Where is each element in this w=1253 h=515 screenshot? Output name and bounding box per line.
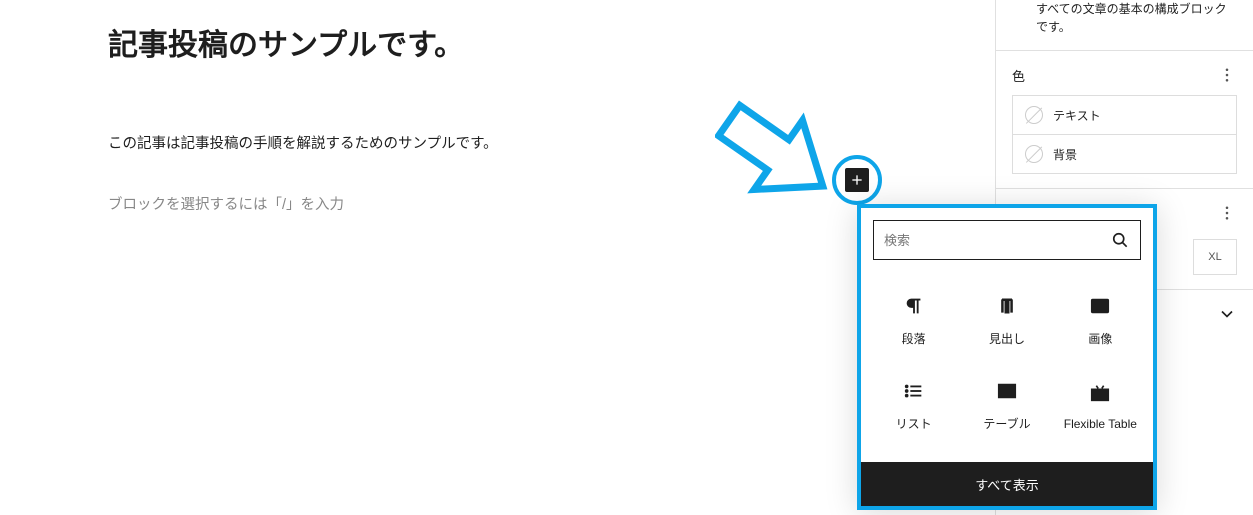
flex-table-icon: [1088, 381, 1112, 405]
color-text-option[interactable]: テキスト: [1012, 95, 1237, 135]
block-inserter-popup: 段落 見出し 画像 リスト テーブル: [857, 204, 1157, 510]
color-background-option[interactable]: 背景: [1012, 135, 1237, 174]
color-option-label: テキスト: [1053, 107, 1101, 124]
color-panel-title: 色: [1012, 66, 1025, 85]
color-swatch-none-icon: [1025, 145, 1043, 163]
font-size-xl-button[interactable]: XL: [1193, 239, 1237, 275]
block-item-heading[interactable]: 見出し: [962, 280, 1051, 361]
block-item-table[interactable]: テーブル: [962, 365, 1051, 446]
block-search-field[interactable]: [873, 220, 1141, 260]
list-icon: [902, 379, 926, 403]
block-description: すべての文章の基本の構成ブロックです。: [996, 0, 1253, 50]
block-label: 段落: [902, 330, 926, 347]
block-search-input[interactable]: [884, 233, 1110, 248]
block-placeholder-text[interactable]: ブロックを選択するには「/」を入力: [108, 193, 344, 214]
block-item-image[interactable]: 画像: [1056, 280, 1145, 361]
arrow-annotation: [715, 95, 845, 210]
block-label: テーブル: [983, 415, 1030, 432]
block-label: Flexible Table: [1064, 417, 1137, 431]
image-icon: [1088, 294, 1112, 318]
more-vertical-icon: [1218, 204, 1236, 222]
circle-annotation: [832, 155, 882, 205]
color-panel: 色 テキスト 背景: [996, 50, 1253, 188]
heading-icon: [995, 294, 1019, 318]
block-item-paragraph[interactable]: 段落: [869, 280, 958, 361]
block-label: 見出し: [989, 330, 1025, 347]
block-item-list[interactable]: リスト: [869, 365, 958, 446]
color-option-label: 背景: [1053, 146, 1077, 163]
editor-canvas: 記事投稿のサンプルです。 この記事は記事投稿の手順を解説するためのサンプルです。…: [0, 0, 990, 515]
chevron-down-icon: [1217, 304, 1237, 324]
block-label: 画像: [1088, 330, 1112, 347]
table-icon: [995, 379, 1019, 403]
post-paragraph[interactable]: この記事は記事投稿の手順を解説するためのサンプルです。: [108, 132, 990, 153]
block-item-flexible-table[interactable]: Flexible Table: [1056, 365, 1145, 446]
typography-panel-more-button[interactable]: [1217, 203, 1237, 223]
paragraph-icon: [902, 294, 926, 318]
search-icon: [1110, 230, 1130, 250]
color-panel-more-button[interactable]: [1217, 65, 1237, 85]
block-label: リスト: [896, 415, 932, 432]
more-vertical-icon: [1218, 66, 1236, 84]
color-swatch-none-icon: [1025, 106, 1043, 124]
block-grid: 段落 見出し 画像 リスト テーブル: [861, 272, 1153, 462]
view-all-button[interactable]: すべて表示: [861, 462, 1153, 506]
post-title[interactable]: 記事投稿のサンプルです。: [108, 20, 990, 64]
